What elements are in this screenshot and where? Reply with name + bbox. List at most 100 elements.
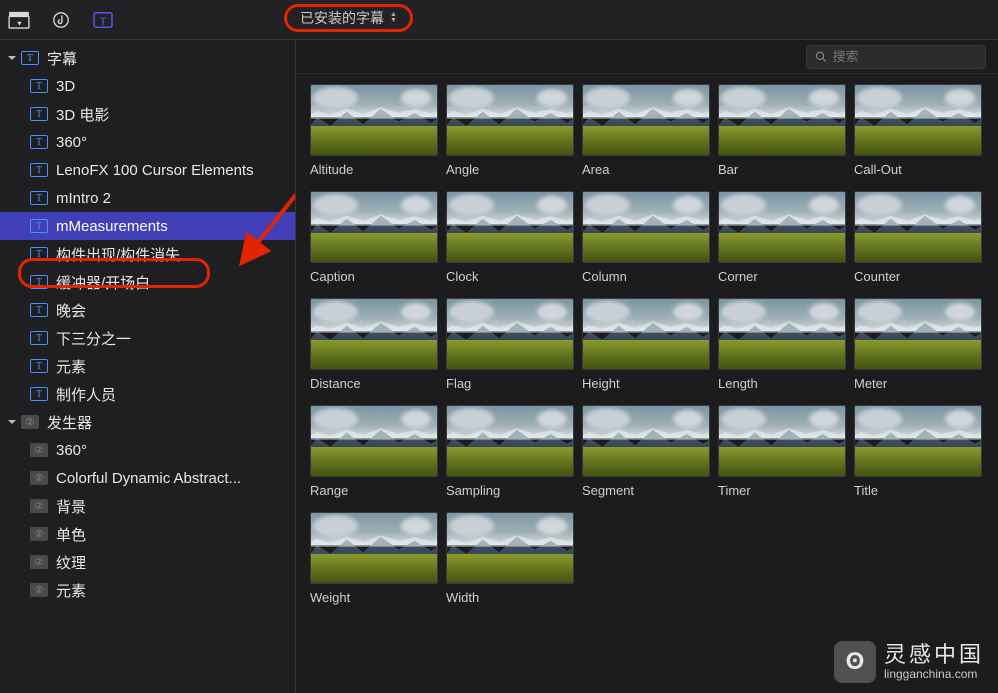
tree-item-label: 纹理 — [56, 552, 86, 573]
grid-item[interactable]: Corner — [718, 191, 848, 284]
tree-item[interactable]: T 元素 — [0, 352, 295, 380]
thumbnail — [854, 298, 982, 370]
title-folder-icon: T — [21, 51, 39, 65]
thumbnail — [582, 405, 710, 477]
title-icon: T — [30, 219, 48, 233]
tree-item-label: mMeasurements — [56, 218, 168, 235]
grid-item[interactable]: Timer — [718, 405, 848, 498]
thumbnail — [310, 84, 438, 156]
category-dropdown[interactable]: 已安装的字幕 ▲▼ — [290, 6, 407, 30]
grid-item[interactable]: Clock — [446, 191, 576, 284]
tree-item[interactable]: T 下三分之一 — [0, 324, 295, 352]
tree-item[interactable]: T 3D 电影 — [0, 100, 295, 128]
thumbnail — [718, 84, 846, 156]
content-header — [296, 40, 998, 74]
tree-item-label: 缓冲器/开场白 — [56, 272, 150, 293]
watermark: ʘ 灵感中国 lingganchina.com — [834, 641, 984, 683]
tree-item[interactable]: T 制作人员 — [0, 380, 295, 408]
tree-item-label: Colorful Dynamic Abstract... — [56, 470, 241, 487]
thumbnail — [718, 298, 846, 370]
chevron-down-icon — [6, 416, 18, 428]
tree-item[interactable]: T mIntro 2 — [0, 184, 295, 212]
grid-item[interactable]: Width — [446, 512, 576, 605]
grid-item-label: Column — [582, 269, 712, 284]
thumbnail-grid-wrap: Altitude Angle Area Bar Call-Out Caption… — [296, 74, 998, 693]
title-icon: T — [30, 79, 48, 93]
search-icon — [815, 50, 827, 63]
tree-item-label: 360° — [56, 134, 87, 151]
grid-item[interactable]: Flag — [446, 298, 576, 391]
search-box[interactable] — [806, 45, 986, 69]
search-input[interactable] — [833, 49, 977, 64]
tree-item[interactable]: T 构件出现/构件消失 — [0, 240, 295, 268]
grid-item[interactable]: Counter — [854, 191, 984, 284]
tree-item[interactable]: ② 元素 — [0, 576, 295, 604]
grid-item[interactable]: Sampling — [446, 405, 576, 498]
tree-item[interactable]: ② 背景 — [0, 492, 295, 520]
tree-group-label: 字幕 — [47, 48, 77, 69]
grid-item-label: Bar — [718, 162, 848, 177]
tree-item[interactable]: ② 纹理 — [0, 548, 295, 576]
grid-item[interactable]: Column — [582, 191, 712, 284]
grid-item[interactable]: Distance — [310, 298, 440, 391]
grid-item[interactable]: Segment — [582, 405, 712, 498]
content-panel: Altitude Angle Area Bar Call-Out Caption… — [296, 40, 998, 693]
tree-item-label: 下三分之一 — [56, 328, 131, 349]
tree-item[interactable]: ② 360° — [0, 436, 295, 464]
grid-item[interactable]: Area — [582, 84, 712, 177]
grid-item[interactable]: Height — [582, 298, 712, 391]
tree-group[interactable]: ② 发生器 — [0, 408, 295, 436]
grid-item-label: Range — [310, 483, 440, 498]
clapper-icon[interactable] — [8, 11, 30, 29]
grid-item-label: Flag — [446, 376, 576, 391]
grid-item[interactable]: Title — [854, 405, 984, 498]
grid-item[interactable]: Length — [718, 298, 848, 391]
tree-item-label: 制作人员 — [56, 384, 116, 405]
titles-icon[interactable]: T — [92, 11, 114, 29]
thumbnail — [446, 84, 574, 156]
toolbar-icons: T — [8, 11, 114, 29]
tree-item-label: 3D — [56, 78, 75, 95]
tree-item[interactable]: ② 单色 — [0, 520, 295, 548]
grid-item-label: Title — [854, 483, 984, 498]
grid-item[interactable]: Range — [310, 405, 440, 498]
thumbnail — [582, 191, 710, 263]
title-icon: T — [30, 387, 48, 401]
title-icon: T — [30, 303, 48, 317]
sidebar: T 字幕T 3DT 3D 电影T 360°T LenoFX 100 Cursor… — [0, 40, 296, 693]
tree-group[interactable]: T 字幕 — [0, 44, 295, 72]
thumbnail — [854, 191, 982, 263]
title-icon: T — [30, 107, 48, 121]
tree-item[interactable]: T 360° — [0, 128, 295, 156]
tree-item[interactable]: T 3D — [0, 72, 295, 100]
tree-item[interactable]: T LenoFX 100 Cursor Elements — [0, 156, 295, 184]
tree-item[interactable]: T mMeasurements — [0, 212, 295, 240]
tree-item[interactable]: T 缓冲器/开场白 — [0, 268, 295, 296]
title-icon: T — [30, 163, 48, 177]
generator-icon: ② — [30, 527, 48, 541]
category-dropdown-wrap: 已安装的字幕 ▲▼ — [290, 6, 407, 30]
grid-item[interactable]: Call-Out — [854, 84, 984, 177]
thumbnail — [446, 512, 574, 584]
grid-item[interactable]: Caption — [310, 191, 440, 284]
thumbnail — [854, 405, 982, 477]
grid-item[interactable]: Bar — [718, 84, 848, 177]
grid-item-label: Length — [718, 376, 848, 391]
grid-item[interactable]: Angle — [446, 84, 576, 177]
svg-text:T: T — [100, 15, 107, 27]
thumbnail — [310, 191, 438, 263]
tree-item-label: 元素 — [56, 356, 86, 377]
tree-item[interactable]: ② Colorful Dynamic Abstract... — [0, 464, 295, 492]
title-icon: T — [30, 191, 48, 205]
thumbnail — [446, 298, 574, 370]
grid-item[interactable]: Altitude — [310, 84, 440, 177]
grid-item[interactable]: Weight — [310, 512, 440, 605]
generator-icon: ② — [30, 499, 48, 513]
thumbnail — [446, 405, 574, 477]
tree-item-label: 360° — [56, 442, 87, 459]
grid-item-label: Area — [582, 162, 712, 177]
music-icon[interactable] — [50, 11, 72, 29]
grid-item[interactable]: Meter — [854, 298, 984, 391]
tree-item[interactable]: T 晚会 — [0, 296, 295, 324]
title-icon: T — [30, 359, 48, 373]
